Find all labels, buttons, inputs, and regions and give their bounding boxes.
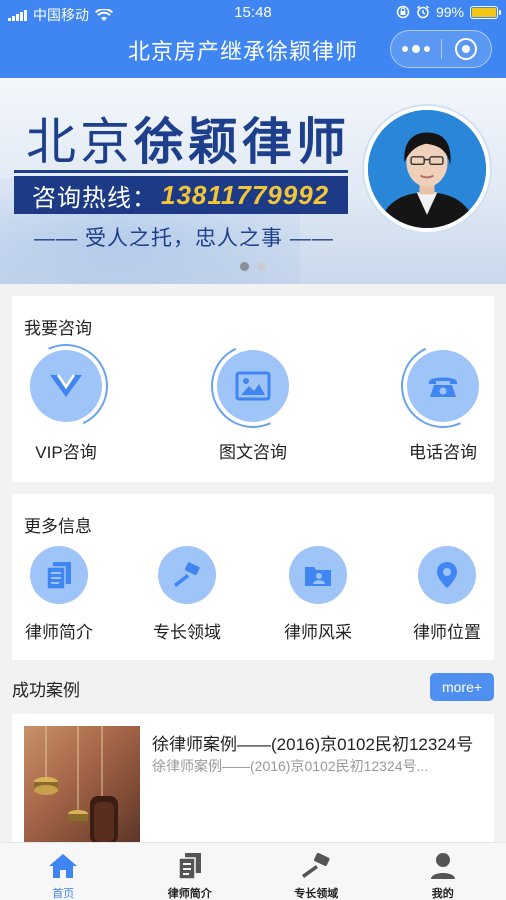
image-icon [199, 332, 307, 440]
tab-mine-label: 我的 [431, 888, 454, 900]
lawyer-portrait [364, 106, 490, 232]
lawyer-intro-button[interactable]: 律师简介 [9, 546, 109, 643]
tab-lawyer-intro-label: 律师简介 [167, 888, 212, 900]
battery-icon [470, 5, 501, 19]
decor-arc [389, 332, 497, 440]
battery-percent: 99% [435, 4, 464, 20]
phone-consult-button[interactable]: 电话咨询 [383, 332, 503, 463]
more-dots-icon [401, 44, 430, 53]
status-right: 99% [396, 4, 501, 20]
vip-consult-label: VIP咨询 [35, 443, 97, 462]
lock-rotation-icon [396, 5, 410, 19]
case-list-item[interactable]: 徐律师案例——(2016)京0102民初12324号 徐律师案例——(2016)… [12, 714, 494, 844]
lawyer-location-label: 律师位置 [413, 623, 481, 642]
tab-home[interactable]: 首页 [0, 843, 127, 900]
decor-arc [12, 332, 120, 440]
case-title: 徐律师案例——(2016)京0102民初12324号 [152, 735, 474, 754]
image-consult-label: 图文咨询 [219, 443, 287, 462]
phone-icon [389, 332, 497, 440]
banner-hotline: 咨询热线： 13811779992 [14, 176, 348, 214]
pager-dot-active[interactable] [240, 262, 249, 271]
banner-rule [14, 170, 348, 173]
tab-lawyer-intro[interactable]: 律师简介 [127, 843, 254, 900]
close-miniprogram-button[interactable] [442, 31, 492, 67]
document-icon [30, 546, 88, 604]
lawyer-intro-label: 律师简介 [25, 623, 93, 642]
vip-consult-button[interactable]: VIP咨询 [6, 332, 126, 463]
consult-card: 我要咨询 VIP咨询 图文咨询 电话咨询 [12, 296, 497, 482]
more-info-card: 更多信息 律师简介 专长领域 律师风采 律师位置 [12, 494, 494, 660]
document-icon [127, 851, 254, 881]
top-bar: 中国移动 15:48 99% 北京房产继承徐颖律师 [0, 0, 506, 78]
close-target-icon [455, 38, 478, 60]
more-info-title: 更多信息 [24, 517, 92, 536]
case-thumbnail [24, 726, 140, 844]
hotline-label: 咨询热线： [32, 184, 157, 212]
tab-expertise-label: 专长领域 [294, 888, 339, 900]
banner-pager [0, 262, 506, 271]
consult-title: 我要咨询 [24, 319, 92, 338]
bottom-tab-bar: 首页 律师简介 专长领域 我的 [0, 842, 506, 900]
case-subtitle: 徐律师案例——(2016)京0102民初12324号... [152, 758, 429, 774]
banner-title: 北京徐颖律师 [26, 114, 350, 170]
expertise-label: 专长领域 [153, 623, 221, 642]
user-icon [380, 851, 506, 881]
lawyer-gallery-label: 律师风采 [284, 623, 352, 642]
success-cases-title: 成功案例 [12, 681, 80, 700]
banner-slogan: —— 受人之托，忠人之事 —— [34, 227, 334, 250]
decor-arc [199, 332, 307, 440]
home-icon [0, 851, 127, 881]
lawyer-gallery-button[interactable]: 律师风采 [268, 546, 368, 643]
pager-dot[interactable] [257, 262, 266, 271]
hotline-number: 13811779992 [161, 179, 330, 210]
alarm-icon [416, 5, 429, 19]
folder-person-icon [289, 546, 347, 604]
more-menu-button[interactable] [391, 31, 441, 67]
lawyer-location-button[interactable]: 律师位置 [397, 546, 497, 643]
gavel-icon [253, 851, 380, 881]
image-consult-button[interactable]: 图文咨询 [193, 332, 313, 463]
success-cases-header: 成功案例 more+ [0, 672, 506, 704]
miniprogram-capsule [390, 30, 492, 68]
tab-mine[interactable]: 我的 [380, 843, 506, 900]
status-bar: 中国移动 15:48 99% [0, 0, 506, 26]
vip-icon [12, 332, 120, 440]
phone-consult-label: 电话咨询 [409, 443, 477, 462]
expertise-button[interactable]: 专长领域 [137, 546, 237, 643]
banner-carousel[interactable]: 北京徐颖律师 咨询热线： 13811779992 —— 受人之托，忠人之事 —— [0, 78, 506, 284]
tab-home-label: 首页 [52, 888, 75, 900]
gavel-icon [158, 546, 216, 604]
location-icon [418, 546, 476, 604]
tab-expertise[interactable]: 专长领域 [253, 843, 380, 900]
more-cases-button[interactable]: more+ [430, 673, 494, 701]
